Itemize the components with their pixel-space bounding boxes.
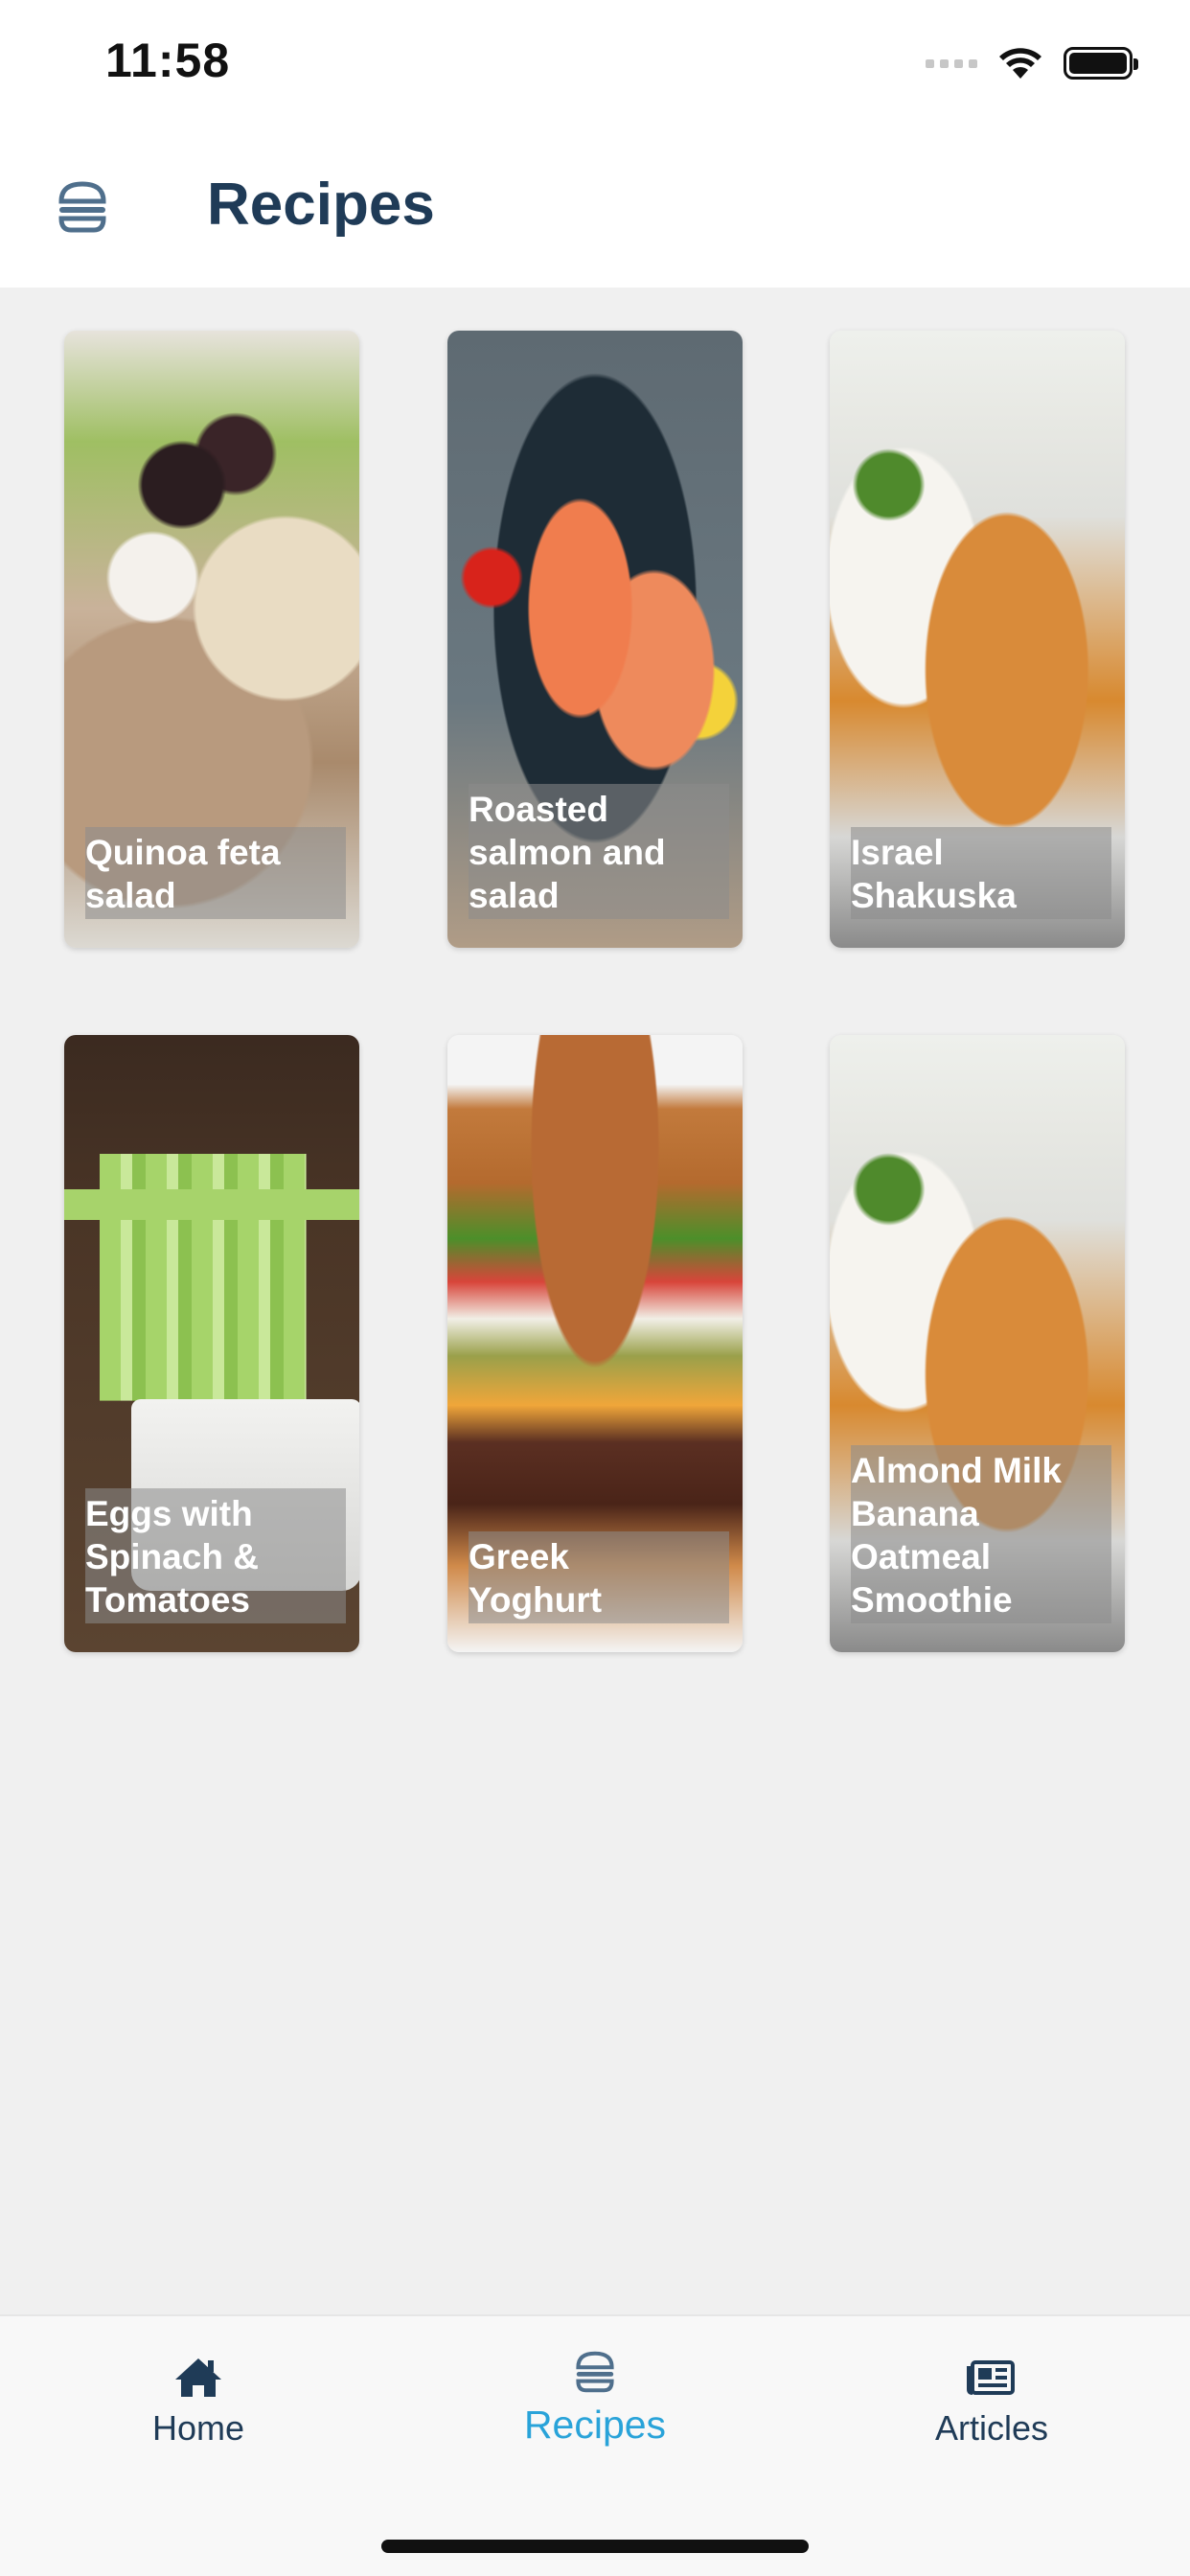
recipe-label-box: Israel Shakuska: [851, 827, 1111, 919]
recipe-card-quinoa-feta-salad[interactable]: Quinoa feta salad: [64, 331, 359, 948]
recipe-label-box: Quinoa feta salad: [85, 827, 346, 919]
burger-icon[interactable]: [56, 178, 109, 236]
recipe-title: Israel Shakuska: [851, 833, 1017, 915]
tab-label: Recipes: [523, 2403, 667, 2447]
recipe-title: Quinoa feta salad: [85, 833, 281, 915]
recipe-title: Eggs with Spinach & Tomatoes: [85, 1494, 259, 1620]
newspaper-icon: [967, 2360, 1015, 2395]
recipes-grid: Quinoa feta salad Roasted salmon and sal…: [0, 288, 1190, 2314]
tab-label: Home: [151, 2408, 245, 2448]
recipe-title: Greek Yoghurt: [469, 1537, 603, 1620]
tab-recipes[interactable]: Recipes: [397, 2349, 793, 2448]
home-icon: [175, 2358, 221, 2397]
recipe-card-roasted-salmon[interactable]: Roasted salmon and salad: [447, 331, 743, 948]
wifi-icon: [999, 48, 1041, 79]
recipe-label-box: Greek Yoghurt: [469, 1531, 729, 1623]
recipe-label-box: Roasted salmon and salad: [469, 784, 729, 919]
tab-home[interactable]: Home: [0, 2355, 397, 2449]
recipe-card-greek-yoghurt[interactable]: Greek Yoghurt: [447, 1035, 743, 1652]
recipe-card-eggs-spinach-tomatoes[interactable]: Eggs with Spinach & Tomatoes: [64, 1035, 359, 1652]
cellular-signal-icon: [926, 58, 977, 68]
recipe-card-israel-shakuska[interactable]: Israel Shakuska: [830, 331, 1125, 948]
recipe-title: Almond Milk Banana Oatmeal Smoothie: [851, 1451, 1062, 1620]
tab-articles[interactable]: Articles: [793, 2355, 1190, 2449]
battery-icon: [1064, 47, 1138, 80]
burger-icon: [576, 2351, 614, 2393]
recipe-title: Roasted salmon and salad: [469, 790, 666, 915]
recipe-card-almond-milk-smoothie[interactable]: Almond Milk Banana Oatmeal Smoothie: [830, 1035, 1125, 1652]
recipe-label-box: Eggs with Spinach & Tomatoes: [85, 1488, 346, 1623]
status-icons: [926, 46, 1138, 80]
recipe-label-box: Almond Milk Banana Oatmeal Smoothie: [851, 1445, 1111, 1623]
tab-bar: Home Recipes Articles: [0, 2314, 1190, 2576]
tab-label: Articles: [934, 2408, 1049, 2448]
app-header: Recipes: [0, 144, 1190, 288]
home-indicator: [381, 2540, 809, 2553]
status-time: 11:58: [105, 34, 231, 87]
page-title: Recipes: [207, 172, 435, 238]
status-bar: 11:58: [0, 0, 1190, 144]
